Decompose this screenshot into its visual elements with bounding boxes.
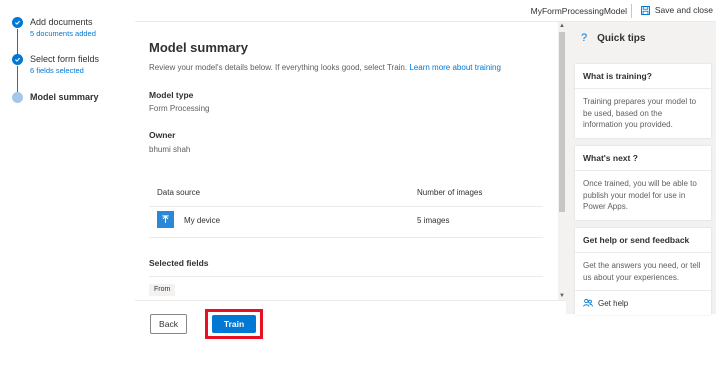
tip-card-whats-next: What's next ? Once trained, you will be … (575, 146, 711, 220)
step-model-summary[interactable]: Model summary (12, 92, 99, 103)
save-icon (640, 5, 650, 15)
intro-text: Review your model's details below. If ev… (149, 63, 501, 72)
current-step-icon (12, 92, 23, 103)
check-icon (12, 17, 23, 28)
column-header-number-of-images: Number of images (417, 188, 483, 197)
intro-description: Review your model's details below. If ev… (149, 63, 408, 72)
tip-card-body: Training prepares your model to be used,… (583, 97, 697, 129)
step-title: Select form fields (30, 54, 100, 64)
data-source-cell: My device (184, 216, 221, 225)
row-divider (149, 206, 543, 207)
step-title: Model summary (30, 92, 99, 102)
model-name: MyFormProcessingModel (530, 6, 627, 16)
page-title: Model summary (149, 40, 248, 55)
quick-tips-panel: ? Quick tips What is training? Training … (566, 22, 716, 315)
model-summary-panel: Model summary Review your model's detail… (135, 22, 558, 300)
train-button[interactable]: Train (212, 315, 256, 333)
step-subtitle: 6 fields selected (30, 66, 84, 75)
scroll-up-icon[interactable]: ▲ (558, 22, 566, 30)
help-icon: ? (581, 32, 588, 44)
owner-value: bhumi shah (149, 145, 191, 154)
quick-tips-title: Quick tips (597, 32, 646, 44)
learn-more-link[interactable]: Learn more about training (409, 63, 501, 72)
top-bar: MyFormProcessingModel Save and close (135, 0, 716, 22)
step-add-documents[interactable]: Add documents 5 documents added (12, 17, 96, 39)
upload-icon (157, 211, 174, 228)
field-chip-from: From (149, 284, 176, 296)
scrollbar[interactable]: ▲ ▼ (558, 22, 566, 300)
image-count-cell: 5 images (417, 216, 450, 225)
tip-card-help-feedback: Get help or send feedback Get the answer… (575, 228, 711, 315)
divider (631, 4, 632, 18)
tip-card-body: Get the answers you need, or tell us abo… (583, 261, 701, 282)
people-icon (583, 298, 593, 307)
tip-card-title: Get help or send feedback (583, 235, 690, 245)
tip-card-training: What is training? Training prepares your… (575, 64, 711, 138)
step-subtitle: 5 documents added (30, 29, 96, 38)
model-type-label: Model type (149, 90, 194, 100)
scrollbar-thumb[interactable] (559, 32, 565, 212)
tip-card-title: What's next ? (583, 153, 638, 163)
back-button[interactable]: Back (150, 314, 187, 334)
tip-card-divider (575, 170, 711, 171)
check-icon (12, 54, 23, 65)
train-highlight-box: Train (205, 309, 263, 339)
row-divider (149, 237, 543, 238)
tip-card-body: Once trained, you will be able to publis… (583, 179, 697, 211)
step-title: Add documents (30, 17, 93, 27)
get-help-link[interactable]: Get help (583, 298, 703, 308)
stepper: Add documents 5 documents added Select f… (0, 0, 135, 373)
footer: Back Train (135, 300, 566, 350)
owner-label: Owner (149, 130, 176, 140)
column-header-data-source: Data source (157, 188, 201, 197)
step-select-form-fields[interactable]: Select form fields 6 fields selected (12, 54, 99, 76)
model-type-value: Form Processing (149, 104, 210, 113)
tip-card-title: What is training? (583, 71, 652, 81)
selected-fields-divider (149, 276, 543, 277)
tip-card-divider (575, 252, 711, 253)
scroll-down-icon[interactable]: ▼ (558, 292, 566, 300)
tip-card-divider (575, 290, 711, 291)
tip-card-divider (575, 88, 711, 89)
save-and-close-label: Save and close (654, 5, 713, 15)
get-help-label: Get help (598, 298, 629, 308)
selected-fields-label: Selected fields (149, 258, 209, 268)
save-and-close-button[interactable]: Save and close (640, 5, 713, 15)
